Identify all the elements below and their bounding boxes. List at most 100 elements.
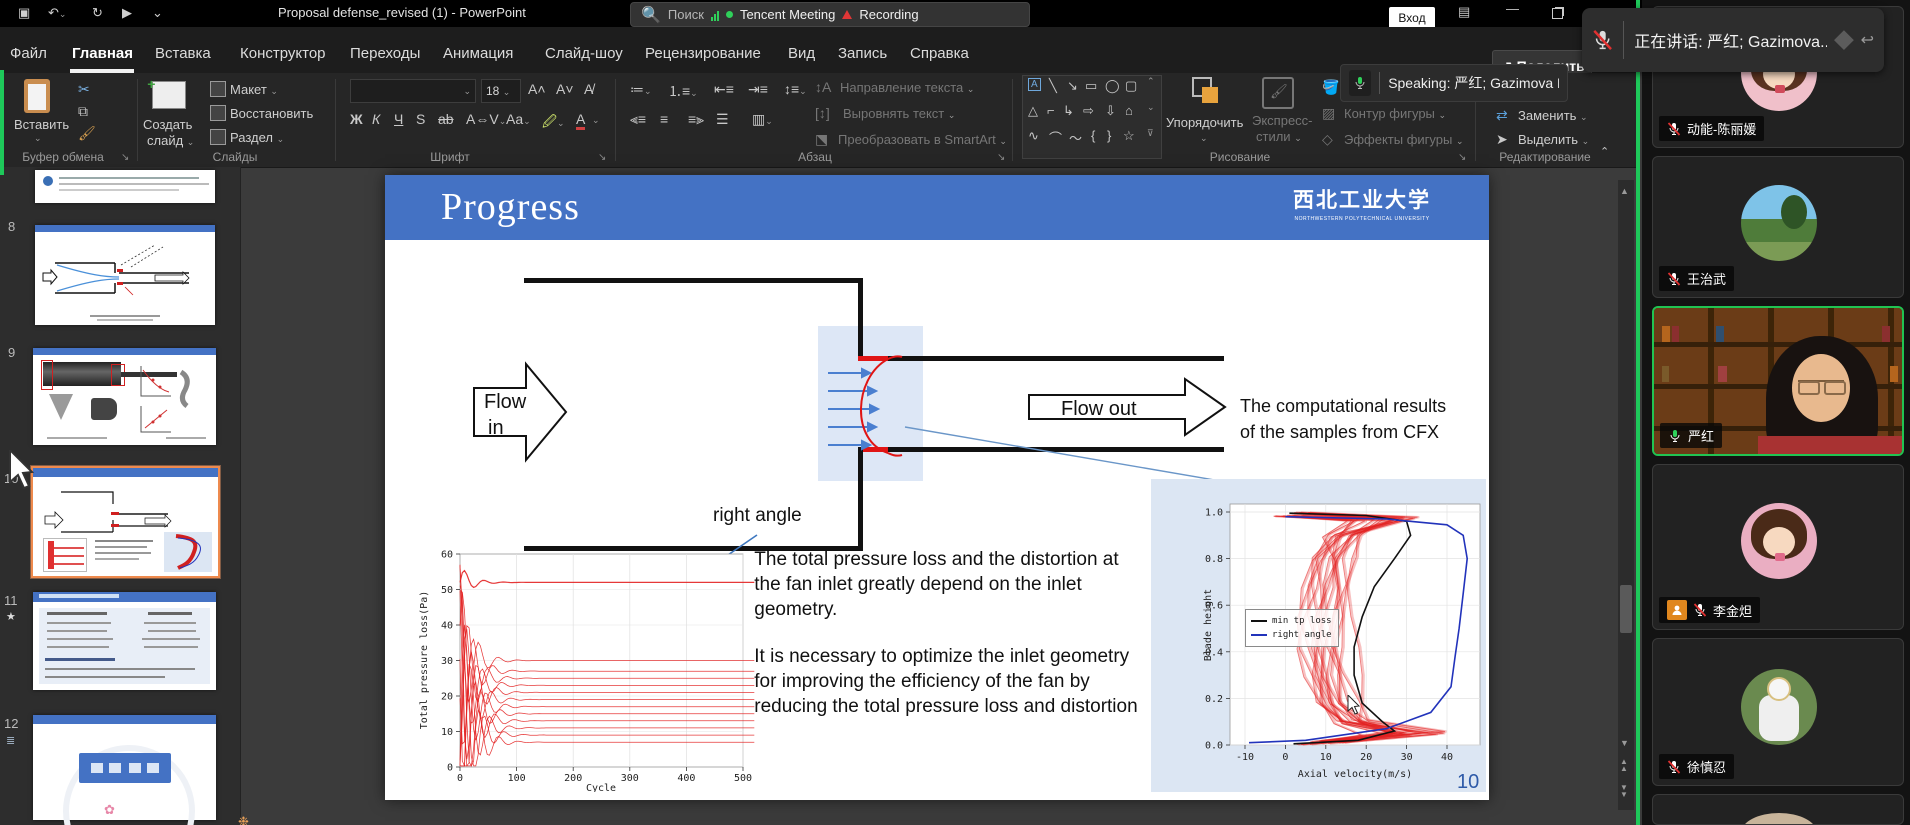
paragraph-dialog-launcher[interactable]: ↘ — [997, 152, 1005, 163]
speaking-notification[interactable]: 正在讲话: 严红; Gazimova... ↩ — [1582, 8, 1884, 72]
cut-icon[interactable]: ✂ — [78, 81, 90, 98]
thumbnail-slide-7[interactable] — [35, 170, 215, 203]
section-button[interactable]: Раздел ⌄ — [230, 130, 284, 145]
smartart-button[interactable]: Преобразовать в SmartArt ⌄ — [838, 132, 1007, 147]
align-center-icon[interactable]: ≡ — [660, 111, 668, 127]
scroll-down-icon[interactable]: ▼ — [1620, 738, 1629, 748]
replace-button[interactable]: Заменить ⌄ — [1518, 108, 1588, 123]
elbow-arrow-shape-icon[interactable]: ↳ — [1063, 103, 1074, 119]
columns-icon[interactable]: ▥⌄ — [752, 111, 773, 128]
shapes-scroll-up-icon[interactable]: ⌃ — [1147, 76, 1155, 87]
scribble-shape-icon[interactable]: ∿ — [1028, 128, 1039, 144]
clear-format-icon[interactable]: A̸ — [584, 81, 593, 97]
decrease-font-icon[interactable]: A˅ — [556, 81, 574, 97]
tab-design[interactable]: Конструктор — [240, 45, 326, 62]
smartart-icon[interactable]: ⬔ — [815, 131, 828, 148]
scroll-up-icon[interactable]: ▲ — [1620, 186, 1629, 196]
line-spacing-icon[interactable]: ↕≡⌄ — [784, 81, 807, 97]
layout-button[interactable]: Макет ⌄ — [230, 82, 278, 97]
next-slide-button[interactable]: ▼▼ — [1620, 784, 1628, 798]
arrow-shape-icon[interactable]: ↘ — [1067, 78, 1078, 94]
participant-tile[interactable]: 徐慎忍 — [1652, 638, 1904, 786]
tab-file[interactable]: Файл — [10, 45, 47, 62]
brace-open-shape-icon[interactable]: { — [1091, 128, 1095, 143]
strikethrough-icon[interactable]: ab — [438, 111, 454, 127]
copy-icon[interactable]: ⧉ — [78, 103, 88, 120]
brace-close-shape-icon[interactable]: } — [1107, 128, 1111, 143]
ribbon-display-options-icon[interactable]: ▤ — [1458, 4, 1470, 20]
highlight-icon[interactable]: 🖉⌄ — [542, 111, 564, 135]
select-icon[interactable]: ➤ — [1496, 131, 1508, 148]
justify-icon[interactable]: ☰ — [716, 111, 729, 128]
ellipse-shape-icon[interactable]: ◯ — [1105, 78, 1120, 94]
rounded-rect-shape-icon[interactable]: ▢ — [1125, 78, 1137, 94]
shape-effects-icon[interactable]: ◇ — [1322, 131, 1333, 148]
elbow-shape-icon[interactable]: ⌐ — [1047, 103, 1055, 118]
line-shape-icon[interactable]: ╲ — [1049, 78, 1057, 94]
italic-icon[interactable]: К — [372, 111, 380, 127]
tab-insert[interactable]: Вставка — [155, 45, 211, 62]
save-icon[interactable]: ▣ — [18, 0, 30, 26]
undo-icon[interactable]: ↶⌄ — [48, 0, 66, 27]
underline-icon[interactable]: Ч — [394, 111, 403, 127]
thumbnail-slide-10-selected[interactable] — [33, 468, 218, 576]
textbox-shape-icon[interactable]: A — [1028, 78, 1041, 91]
collapse-ribbon-icon[interactable]: ⌃ — [1600, 145, 1609, 158]
font-color-icon[interactable]: A — [576, 111, 585, 130]
numbering-icon[interactable]: ⒈≡⌄ — [668, 81, 698, 101]
down-arrow-shape-icon[interactable]: ⇩ — [1105, 103, 1116, 119]
tab-transitions[interactable]: Переходы — [350, 45, 420, 62]
tab-record[interactable]: Запись — [838, 45, 887, 62]
search-box[interactable]: 🔍 Поиск Tencent Meeting Recording — [630, 2, 1030, 27]
previous-slide-button[interactable]: ▲▲ — [1620, 758, 1628, 772]
align-text-button[interactable]: Выровнять текст ⌄ — [843, 106, 955, 121]
restore-icon[interactable] — [1552, 8, 1563, 19]
tab-home[interactable]: Главная — [72, 45, 133, 62]
font-size-combo[interactable]: 18 ⌄ — [481, 79, 521, 103]
right-arrow-shape-icon[interactable]: ⇨ — [1083, 103, 1094, 119]
change-case-icon[interactable]: Aa⌄ — [506, 111, 531, 127]
font-dialog-launcher[interactable]: ↘ — [598, 152, 606, 163]
vertical-scrollbar[interactable] — [1618, 180, 1634, 810]
clipboard-dialog-launcher[interactable]: ↘ — [121, 152, 129, 163]
shapes-scroll-down-icon[interactable]: ⌄ — [1147, 102, 1155, 113]
increase-indent-icon[interactable]: ⇥≡ — [748, 81, 768, 98]
login-button[interactable]: Вход — [1389, 7, 1435, 29]
tab-animations[interactable]: Анимация — [443, 45, 513, 62]
slide-canvas[interactable]: Progress 西北工业大学 NORTHWESTERN POLYTECHNIC… — [385, 175, 1489, 800]
participant-tile[interactable]: 王治武 — [1652, 156, 1904, 298]
star-shape-icon[interactable]: ☆ — [1123, 128, 1135, 144]
select-button[interactable]: Выделить ⌄ — [1518, 132, 1589, 147]
participant-tile[interactable]: 李金炟 — [1652, 464, 1904, 630]
start-slideshow-icon[interactable]: ▶ — [122, 0, 132, 26]
tab-help[interactable]: Справка — [910, 45, 969, 62]
shape-fill-icon[interactable]: 🪣 — [1322, 79, 1339, 96]
thumbnail-slide-12[interactable] — [33, 715, 216, 820]
flag-shape-icon[interactable]: ⌂ — [1125, 103, 1133, 118]
align-right-icon[interactable]: ≡⫸ — [688, 111, 704, 128]
bold-icon[interactable]: Ж — [350, 111, 363, 127]
text-direction-icon[interactable]: ↕A — [815, 79, 831, 95]
thumbnail-slide-8[interactable] — [35, 225, 215, 325]
arc-shape-icon[interactable]: ⌒ — [1049, 128, 1062, 147]
curve-shape-icon[interactable]: 〜 — [1069, 128, 1082, 147]
align-text-icon[interactable]: [↕] — [815, 105, 830, 121]
font-name-combo[interactable]: ⌄ — [350, 79, 476, 103]
shadow-icon[interactable]: S — [416, 111, 425, 127]
decrease-indent-icon[interactable]: ⇤≡ — [714, 81, 734, 98]
reply-arrow-icon[interactable]: ↩ — [1861, 30, 1874, 50]
qat-customize-icon[interactable]: ⌄ — [152, 0, 163, 26]
triangle-shape-icon[interactable]: △ — [1028, 103, 1038, 119]
drawing-dialog-launcher[interactable]: ↘ — [1458, 152, 1466, 163]
rectangle-shape-icon[interactable]: ▭ — [1085, 78, 1097, 94]
char-spacing-icon[interactable]: A⇔V⌄ — [466, 111, 506, 127]
shapes-gallery[interactable]: A ╲ ↘ ▭ ◯ ▢ △ ⌐ ↳ ⇨ ⇩ ⌂ ∿ ⌒ 〜 { } ☆ ⌃ ⌄ … — [1022, 75, 1162, 159]
increase-font-icon[interactable]: A˄ — [528, 81, 546, 97]
bullets-icon[interactable]: ≔⌄ — [630, 81, 652, 98]
shape-outline-icon[interactable]: ▨ — [1322, 105, 1335, 122]
shapes-more-icon[interactable]: ⊽ — [1147, 128, 1154, 139]
shape-effects-button[interactable]: Эффекты фигуры ⌄ — [1344, 132, 1464, 147]
reset-button[interactable]: Восстановить — [230, 106, 313, 121]
tab-review[interactable]: Рецензирование — [645, 45, 761, 62]
tab-slideshow[interactable]: Слайд-шоу — [545, 45, 623, 62]
